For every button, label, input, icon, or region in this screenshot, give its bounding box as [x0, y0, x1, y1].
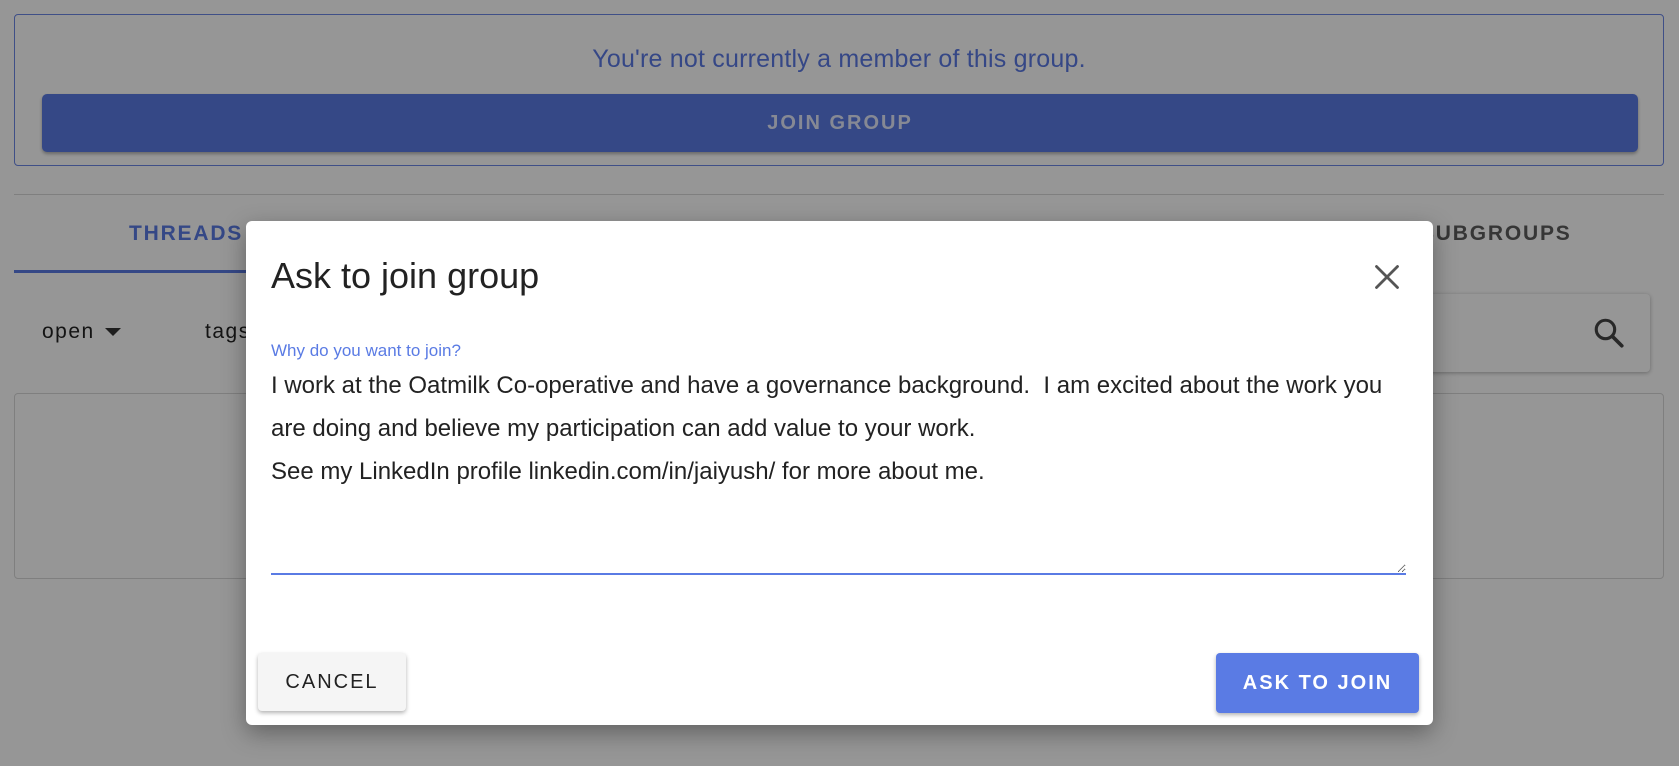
close-button[interactable] [1367, 257, 1407, 297]
join-reason-textarea[interactable] [271, 364, 1406, 575]
close-icon [1375, 265, 1399, 289]
cancel-button[interactable]: CANCEL [258, 653, 406, 711]
dialog-title: Ask to join group [271, 255, 540, 296]
ask-to-join-dialog: Ask to join group Why do you want to joi… [246, 221, 1433, 725]
ask-to-join-button[interactable]: ASK TO JOIN [1216, 653, 1419, 713]
join-reason-label: Why do you want to join? [271, 341, 461, 360]
